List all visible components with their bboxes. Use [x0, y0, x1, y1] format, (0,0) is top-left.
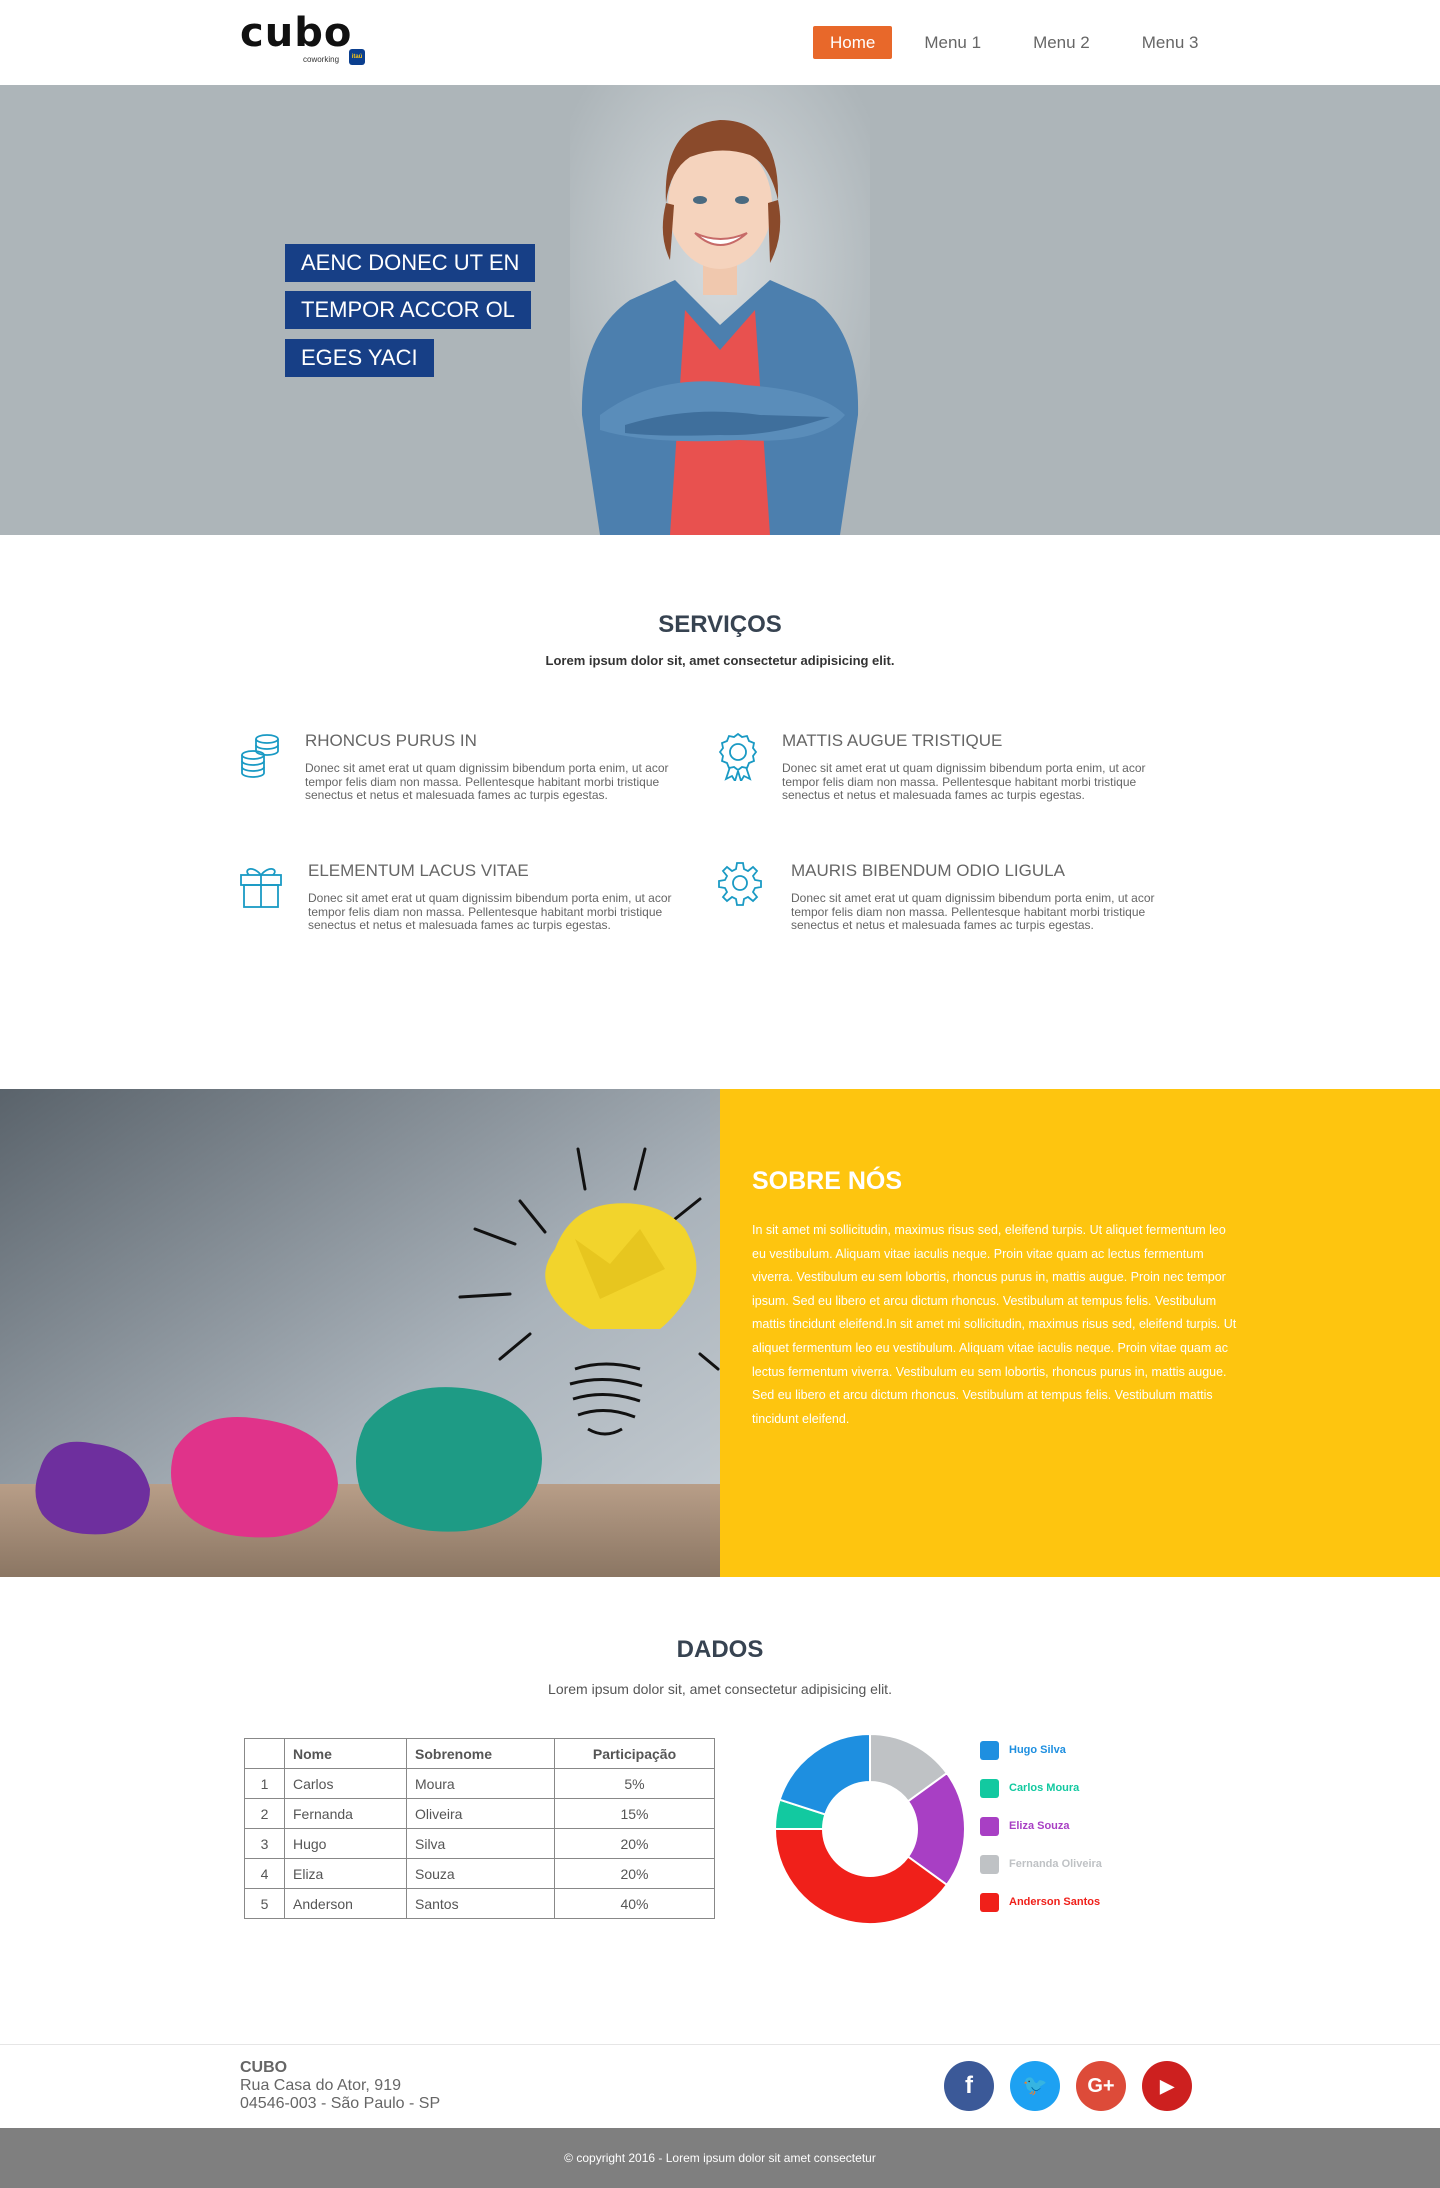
table-header-sobrenome: Sobrenome: [406, 1738, 555, 1769]
table-row: 2 Fernanda Oliveira 15%: [244, 1798, 715, 1829]
services-subtitle: Lorem ipsum dolor sit, amet consectetur …: [545, 653, 895, 668]
legend-swatch: [980, 1817, 999, 1836]
paper-lightbulb-image: [0, 1089, 720, 1577]
table-cell: 3: [244, 1828, 285, 1859]
legend-label: Hugo Silva: [1009, 1744, 1066, 1756]
dados-subtitle: Lorem ipsum dolor sit, amet consectetur …: [548, 1681, 892, 1697]
donut-slice-hugo-silva: [778, 1732, 871, 1816]
table-cell: 20%: [554, 1828, 715, 1859]
table-row: 4 Eliza Souza 20%: [244, 1858, 715, 1889]
table-cell: Moura: [406, 1768, 555, 1799]
table-cell: 15%: [554, 1798, 715, 1829]
facebook-glyph: f: [965, 2072, 973, 2099]
table-header-index: [244, 1738, 285, 1769]
participation-donut-chart: [773, 1732, 966, 1925]
table-row: 5 Anderson Santos 40%: [244, 1888, 715, 1919]
services-title: SERVIÇOS: [658, 611, 782, 638]
cubo-logo[interactable]: cubo coworking itaú: [240, 10, 370, 68]
legend-swatch: [980, 1855, 999, 1874]
participation-table: Nome Sobrenome Participação 1 Carlos Mou…: [244, 1738, 715, 1919]
legend-swatch: [980, 1741, 999, 1760]
hero-person-image: [570, 85, 870, 535]
table-header-nome: Nome: [284, 1738, 407, 1769]
legend-label: Fernanda Oliveira: [1009, 1858, 1102, 1870]
table-cell: 2: [244, 1798, 285, 1829]
footer-company-name: CUBO: [240, 2059, 288, 2076]
table-cell: 20%: [554, 1858, 715, 1889]
coins-icon: [241, 734, 279, 778]
facebook-icon[interactable]: f: [944, 2061, 994, 2111]
youtube-glyph: ▶: [1160, 2076, 1174, 2096]
table-cell: Souza: [406, 1858, 555, 1889]
nav-menu-3[interactable]: Menu 3: [1126, 26, 1215, 59]
table-cell: Eliza: [284, 1858, 407, 1889]
table-header-participacao: Participação: [554, 1738, 715, 1769]
service-text: Donec sit amet erat ut quam dignissim bi…: [791, 891, 1155, 932]
about-title: SOBRE NÓS: [752, 1167, 903, 1195]
logo-subtitle: coworking: [303, 55, 340, 64]
google-plus-glyph: G+: [1087, 2075, 1115, 2097]
service-title: MATTIS AUGUE TRISTIQUE: [782, 731, 1003, 750]
nav-home[interactable]: Home: [813, 26, 893, 59]
service-text: Donec sit amet erat ut quam dignissim bi…: [782, 761, 1146, 802]
table-cell: Hugo: [284, 1828, 407, 1859]
legend-label: Eliza Souza: [1009, 1820, 1070, 1832]
service-title: MAURIS BIBENDUM ODIO LIGULA: [791, 861, 1065, 880]
hero-headline-line: EGES YACI: [285, 339, 434, 377]
twitter-icon[interactable]: 🐦: [1010, 2061, 1060, 2111]
table-cell: Silva: [406, 1828, 555, 1859]
about-text: In sit amet mi sollicitudin, maximus ris…: [752, 1223, 1237, 1426]
table-header-row: Nome Sobrenome Participação: [244, 1738, 715, 1769]
footer-address-line: 04546-003 - São Paulo - SP: [240, 2095, 441, 2112]
table-cell: 1: [244, 1768, 285, 1799]
itau-badge-icon: itaú: [349, 49, 365, 65]
about-section: SOBRE NÓS In sit amet mi sollicitudin, m…: [720, 1089, 1440, 1577]
dados-title: DADOS: [676, 1636, 764, 1663]
hero-headline-line: AENC DONEC UT EN: [285, 244, 536, 282]
google-plus-icon[interactable]: G+: [1076, 2061, 1126, 2111]
service-title: ELEMENTUM LACUS VITAE: [308, 861, 529, 880]
footer-divider: [0, 2044, 1440, 2045]
copyright-bar: © copyright 2016 - Lorem ipsum dolor sit…: [0, 2128, 1440, 2188]
award-icon: [718, 732, 758, 781]
table-cell: 4: [244, 1858, 285, 1889]
twitter-glyph: 🐦: [1022, 2075, 1048, 2097]
table-cell: Carlos: [284, 1768, 407, 1799]
table-row: 1 Carlos Moura 5%: [244, 1768, 715, 1799]
table-cell: Fernanda: [284, 1798, 407, 1829]
footer-address-line: Rua Casa do Ator, 919: [240, 2077, 401, 2094]
gear-icon: [718, 862, 762, 906]
table-cell: Oliveira: [406, 1798, 555, 1829]
legend-label: Anderson Santos: [1009, 1896, 1101, 1908]
table-cell: 5%: [554, 1768, 715, 1799]
table-cell: 40%: [554, 1888, 715, 1919]
nav-menu-1[interactable]: Menu 1: [908, 26, 997, 59]
gift-icon: [240, 868, 282, 908]
site-header: cubo coworking itaú Home Menu 1 Menu 2 M…: [0, 0, 1440, 85]
nav-menu-2[interactable]: Menu 2: [1017, 26, 1106, 59]
table-cell: 5: [244, 1888, 285, 1919]
service-title: RHONCUS PURUS IN: [305, 731, 477, 750]
service-text: Donec sit amet erat ut quam dignissim bi…: [308, 891, 672, 932]
table-row: 3 Hugo Silva 20%: [244, 1828, 715, 1859]
logo-wordmark: cubo: [240, 10, 353, 56]
hero-banner: AENC DONEC UT EN TEMPOR ACCOR OL EGES YA…: [0, 85, 1440, 535]
service-text: Donec sit amet erat ut quam dignissim bi…: [305, 761, 669, 802]
main-nav: Home Menu 1 Menu 2 Menu 3: [813, 26, 1214, 59]
legend-swatch: [980, 1779, 999, 1798]
youtube-icon[interactable]: ▶: [1142, 2061, 1192, 2111]
legend-label: Carlos Moura: [1009, 1782, 1080, 1794]
table-cell: Anderson: [284, 1888, 407, 1919]
table-cell: Santos: [406, 1888, 555, 1919]
hero-headline-line: TEMPOR ACCOR OL: [285, 291, 531, 329]
legend-swatch: [980, 1893, 999, 1912]
